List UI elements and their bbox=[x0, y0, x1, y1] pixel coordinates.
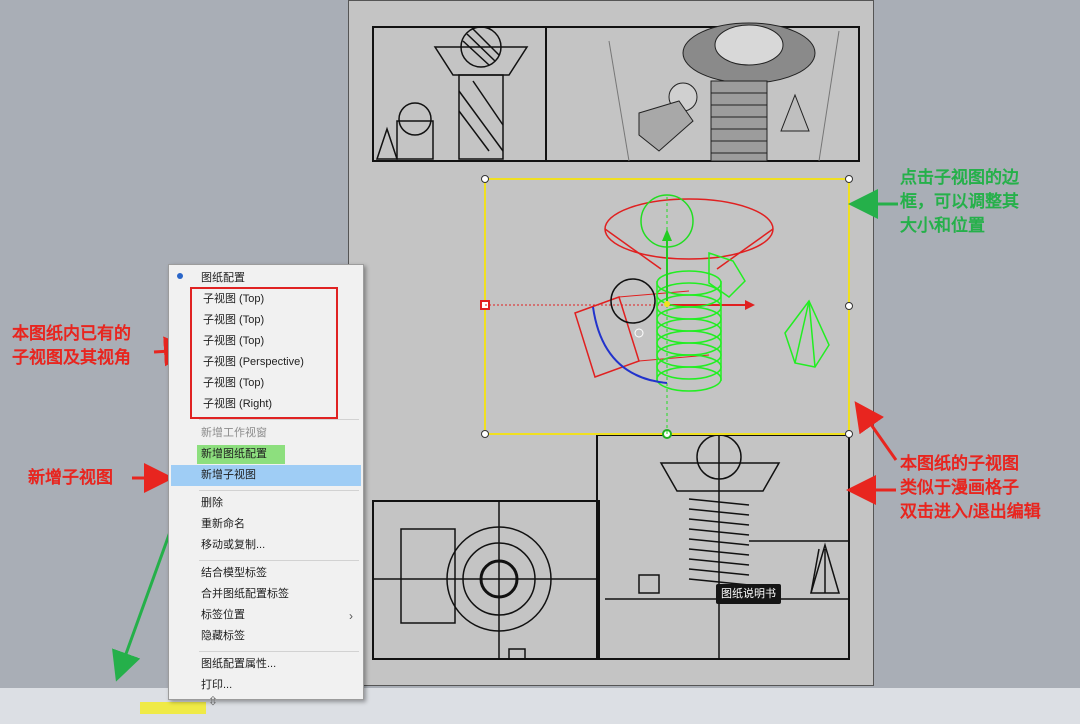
menu-item-new-layout[interactable]: 新增图纸配置 bbox=[201, 444, 267, 464]
annotation-border-hint: 点击子视图的边 框，可以调整其 大小和位置 bbox=[900, 168, 1019, 235]
menu-separator bbox=[199, 419, 359, 420]
menu-separator bbox=[199, 651, 359, 652]
menu-item-merge-tabs[interactable]: 合并图纸配置标签 bbox=[201, 584, 289, 604]
menu-item-hide-tabs[interactable]: 隐藏标签 bbox=[201, 626, 245, 646]
menu-item-delete[interactable]: 删除 bbox=[201, 493, 223, 513]
menu-item-rename[interactable]: 重新命名 bbox=[201, 514, 245, 534]
annotation-panel-hint: 本图纸的子视图 类似于漫画格子 双击进入/退出编辑 bbox=[900, 454, 1041, 521]
annotation-add-view: 新增子视图 bbox=[28, 468, 113, 487]
active-item-bullet bbox=[177, 273, 183, 279]
menu-separator bbox=[199, 490, 359, 491]
menu-item-combine-tabs[interactable]: 结合模型标签 bbox=[201, 563, 267, 583]
annotation-arrows bbox=[112, 189, 898, 714]
menu-item-layout-properties[interactable]: 图纸配置属性... bbox=[201, 654, 276, 674]
menu-separator bbox=[199, 560, 359, 561]
chevron-right-icon: › bbox=[349, 609, 353, 623]
arrow-panel-hint-1 bbox=[854, 401, 898, 461]
existing-views-highlight-box bbox=[190, 287, 338, 419]
menu-item-move-copy[interactable]: 移动或复制... bbox=[201, 535, 265, 555]
highlight-mark bbox=[140, 702, 206, 714]
menu-item-tab-position[interactable]: 标签位置 bbox=[201, 605, 245, 625]
menu-item-new-viewport[interactable]: 新增工作视窗 bbox=[201, 423, 267, 443]
menu-item-layout[interactable]: 图纸配置 bbox=[201, 268, 245, 288]
menu-hover-row bbox=[171, 465, 361, 486]
menu-item-print[interactable]: 打印... bbox=[201, 675, 232, 695]
menu-item-new-detail[interactable]: 新增子视图 bbox=[201, 465, 256, 485]
mouse-cursor-icon: ⇳ bbox=[208, 694, 219, 708]
annotation-existing-views: 本图纸内已有的 子视图及其视角 bbox=[12, 324, 131, 367]
